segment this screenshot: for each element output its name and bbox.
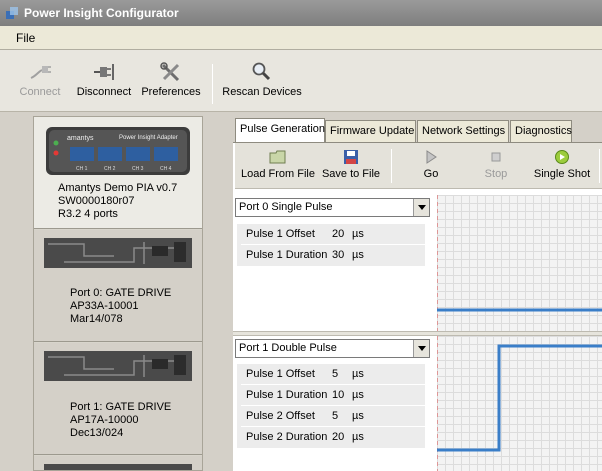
- tab-pulse-generation[interactable]: Pulse Generation: [235, 118, 325, 143]
- go-label: Go: [423, 168, 439, 180]
- param-name: Pulse 1 Duration: [246, 389, 328, 401]
- stop-button[interactable]: Stop: [476, 147, 516, 180]
- rescan-devices-button[interactable]: Rescan Devices: [222, 56, 302, 108]
- tab-firmware-update[interactable]: Firmware Update: [325, 120, 416, 142]
- port-1-mode-value: Port 1 Double Pulse: [239, 342, 337, 354]
- param-name: Pulse 1 Offset: [246, 228, 315, 240]
- param-name: Pulse 2 Duration: [246, 431, 328, 443]
- single-shot-icon: [555, 150, 569, 164]
- board-channel-label: CH 3: [132, 166, 144, 172]
- preferences-label: Preferences: [141, 86, 201, 98]
- disconnect-button[interactable]: Disconnect: [76, 56, 132, 108]
- tab-network-settings[interactable]: Network Settings: [417, 120, 509, 142]
- device-list: amantys Power Insight Adapter CH 1 CH 2 …: [33, 116, 203, 471]
- window-title: Power Insight Configurator: [24, 6, 179, 20]
- gate-drive-board-image: [44, 238, 192, 268]
- pulse-toolbar: Load From File Save to File Go Stop Sing…: [235, 143, 602, 189]
- save-to-file-label: Save to File: [321, 168, 381, 180]
- param-name: Pulse 1 Offset: [246, 368, 315, 380]
- param-unit: µs: [352, 228, 364, 240]
- param-name: Pulse 1 Duration: [246, 249, 328, 261]
- connect-label: Connect: [19, 86, 61, 98]
- port-0-mode-value: Port 0 Single Pulse: [239, 201, 333, 213]
- single-shot-label: Single Shot: [533, 168, 591, 180]
- port-part-number: AP33A-10001: [70, 300, 139, 312]
- menu-file[interactable]: File: [16, 31, 35, 45]
- title-bar: Power Insight Configurator: [0, 0, 602, 26]
- param-value: 30: [332, 249, 345, 261]
- disconnect-label: Disconnect: [76, 86, 132, 98]
- device-serial: SW0000180r07: [58, 195, 135, 207]
- port-1-section: Port 1 Double Pulse Pulse 1 Offset 5 µs …: [233, 336, 602, 471]
- param-unit: µs: [352, 368, 364, 380]
- param-value: 10: [332, 389, 345, 401]
- plug-connect-icon: [30, 66, 51, 79]
- device-name: Amantys Demo PIA v0.7: [58, 182, 178, 194]
- port-label: Port 0: GATE DRIVE: [70, 287, 172, 299]
- magnifier-icon: [252, 62, 271, 81]
- board-channel-label: CH 4: [160, 166, 172, 172]
- port-0-mode-select[interactable]: Port 0 Single Pulse: [235, 198, 430, 217]
- param-value: 20: [332, 228, 345, 240]
- load-from-file-label: Load From File: [241, 168, 315, 180]
- play-icon: [426, 150, 437, 164]
- tools-icon: [160, 62, 180, 82]
- stop-label: Stop: [484, 168, 508, 180]
- device-item-port-1[interactable]: Port 1: GATE DRIVE AP17A-10000 Dec13/024: [34, 343, 202, 455]
- board-brand-text: amantys: [67, 135, 94, 142]
- main-toolbar: Connect Disconnect Preferences Rescan De…: [0, 50, 602, 112]
- waveform-trace: [437, 344, 602, 452]
- save-to-file-button[interactable]: Save to File: [321, 147, 381, 180]
- chevron-down-icon[interactable]: [413, 199, 429, 216]
- stop-icon: [491, 152, 501, 162]
- port-date-code: Dec13/024: [70, 427, 124, 439]
- param-unit: µs: [352, 389, 364, 401]
- param-list-empty-area: [237, 448, 425, 471]
- port-0-waveform: [437, 195, 602, 331]
- pulse-generation-pane: Load From File Save to File Go Stop Sing…: [233, 142, 602, 471]
- main-content: Pulse Generation Firmware Update Network…: [233, 116, 602, 471]
- device-item-port-0[interactable]: Port 0: GATE DRIVE AP33A-10001 Mar14/078: [34, 230, 202, 342]
- app-icon: [6, 7, 18, 19]
- board-channel-label: CH 1: [76, 166, 88, 172]
- param-value: 20: [332, 431, 345, 443]
- preferences-button[interactable]: Preferences: [140, 56, 202, 108]
- plug-disconnect-icon: [94, 64, 114, 80]
- device-item-partial[interactable]: [34, 456, 202, 470]
- param-unit: µs: [352, 249, 364, 261]
- toolbar-separator: [212, 64, 213, 104]
- go-button[interactable]: Go: [411, 147, 451, 180]
- single-shot-button[interactable]: Single Shot: [531, 147, 593, 180]
- chevron-down-icon[interactable]: [413, 340, 429, 357]
- port-date-code: Mar14/078: [70, 313, 123, 325]
- port-1-waveform: [437, 336, 602, 471]
- toolbar-separator: [391, 149, 392, 183]
- board-channel-label: CH 2: [104, 166, 116, 172]
- param-list-empty-area: [237, 266, 425, 328]
- gate-drive-board-image: [44, 464, 192, 470]
- param-unit: µs: [352, 410, 364, 422]
- param-unit: µs: [352, 431, 364, 443]
- param-value: 5: [332, 410, 339, 422]
- port-0-params: Pulse 1 Offset 20 µs Pulse 1 Duration 30…: [237, 224, 425, 266]
- folder-icon: [269, 150, 286, 164]
- gate-drive-board-image: [44, 351, 192, 381]
- menu-bar: File: [0, 26, 602, 50]
- board-label-text: Power Insight Adapter: [119, 135, 178, 141]
- device-info: R3.2 4 ports: [58, 208, 118, 220]
- connect-button[interactable]: Connect: [18, 56, 62, 108]
- port-label: Port 1: GATE DRIVE: [70, 401, 172, 413]
- param-name: Pulse 2 Offset: [246, 410, 315, 422]
- port-1-params: Pulse 1 Offset 5 µs Pulse 1 Duration 10 …: [237, 364, 425, 448]
- toolbar-separator: [599, 149, 600, 183]
- rescan-devices-label: Rescan Devices: [222, 86, 302, 98]
- floppy-disk-icon: [344, 150, 358, 164]
- port-0-section: Port 0 Single Pulse Pulse 1 Offset 20 µs…: [233, 195, 602, 331]
- port-part-number: AP17A-10000: [70, 414, 139, 426]
- param-value: 5: [332, 368, 339, 380]
- port-1-mode-select[interactable]: Port 1 Double Pulse: [235, 339, 430, 358]
- device-item-demo-pia[interactable]: amantys Power Insight Adapter CH 1 CH 2 …: [34, 117, 202, 229]
- tab-diagnostics[interactable]: Diagnostics: [510, 120, 572, 142]
- load-from-file-button[interactable]: Load From File: [241, 147, 315, 180]
